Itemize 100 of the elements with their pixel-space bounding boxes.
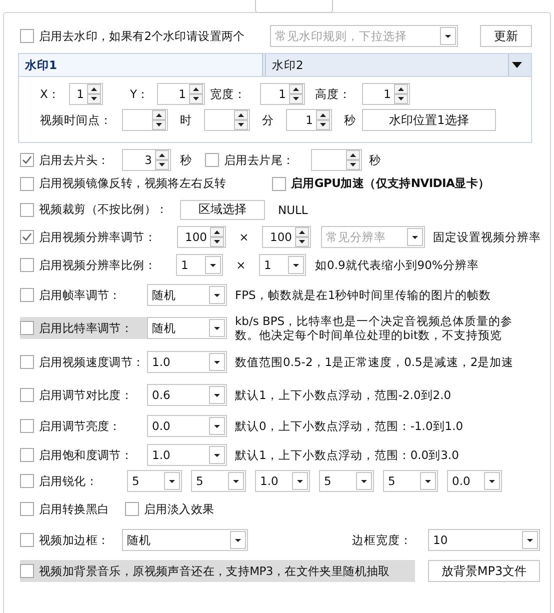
crop-value: NULL bbox=[278, 202, 308, 216]
position-select-button[interactable]: 水印位置1选择 bbox=[362, 109, 496, 131]
field-label: 宽度： bbox=[210, 86, 247, 102]
stepper-icon[interactable] bbox=[346, 150, 360, 170]
tab[interactable]: 水印1 bbox=[19, 54, 263, 76]
checkbox[interactable]: 启用视频镜像反转，视频将左右反转 bbox=[20, 172, 272, 194]
checkbox[interactable]: 启用淡入效果 bbox=[125, 498, 214, 520]
spin-field[interactable] bbox=[311, 149, 362, 171]
checkbox[interactable]: 启用视频分辨率比例： bbox=[20, 254, 176, 276]
spin-field[interactable]: 1 bbox=[362, 83, 410, 105]
times-sign: × bbox=[235, 258, 247, 272]
check-square-icon[interactable] bbox=[20, 388, 34, 402]
spin-field[interactable]: 1 bbox=[260, 83, 305, 105]
hint-text: 固定设置视频分辨率 bbox=[433, 230, 541, 244]
tab[interactable]: 水印2 bbox=[265, 54, 509, 76]
spin-field[interactable]: 3 bbox=[122, 149, 171, 171]
unit-label: 秒 bbox=[180, 152, 193, 168]
check-square-icon[interactable] bbox=[205, 153, 219, 167]
check-square-icon[interactable] bbox=[20, 448, 34, 462]
checkbox[interactable]: 启用去片头： bbox=[20, 149, 122, 171]
check-square-icon[interactable] bbox=[20, 29, 34, 43]
stepper-icon[interactable] bbox=[155, 150, 169, 170]
field-label: 高度： bbox=[315, 86, 352, 102]
stepper-icon[interactable] bbox=[87, 84, 101, 104]
checkbox[interactable]: 启用GPU加速（仅支持NVIDIA显卡） bbox=[272, 172, 490, 194]
checkbox[interactable]: 启用帧率调节： bbox=[20, 284, 147, 306]
check-square-icon[interactable] bbox=[125, 502, 139, 516]
check-square-icon[interactable] bbox=[20, 564, 34, 578]
checkbox[interactable]: 启用调节亮度： bbox=[20, 415, 147, 437]
check-square-icon[interactable] bbox=[272, 176, 286, 190]
stepper-icon[interactable] bbox=[295, 227, 309, 247]
check-square-icon[interactable] bbox=[20, 533, 34, 547]
region-select-button[interactable]: 区域选择 bbox=[180, 200, 265, 220]
background-music-button[interactable]: 放背景MP3文件 bbox=[428, 560, 540, 582]
check-square-icon[interactable] bbox=[20, 153, 34, 167]
stepper-icon[interactable] bbox=[210, 227, 224, 247]
check-square-icon[interactable] bbox=[20, 474, 34, 488]
dropdown-field[interactable]: 0.0 bbox=[147, 415, 227, 437]
checkbox[interactable]: 视频裁剪（不按比例）： bbox=[20, 198, 180, 220]
dropdown-field[interactable]: 5 bbox=[191, 470, 246, 492]
hint-text: 如0.9就代表缩小到90%分辨率 bbox=[315, 258, 479, 272]
dropdown-field[interactable]: 0.6 bbox=[147, 384, 227, 406]
dropdown-field[interactable]: 1.0 bbox=[255, 470, 310, 492]
check-square-icon[interactable] bbox=[20, 502, 34, 516]
stepper-icon[interactable] bbox=[316, 110, 330, 130]
stepper-icon[interactable] bbox=[394, 84, 408, 104]
tab-menu-caret-icon[interactable] bbox=[511, 61, 523, 69]
spin-field[interactable]: 100 bbox=[177, 226, 226, 248]
spin-field[interactable]: 1 bbox=[286, 109, 332, 131]
checkbox[interactable]: 启用饱和度调节： bbox=[20, 444, 147, 466]
checkbox[interactable]: 启用视频速度调节： bbox=[20, 351, 147, 373]
checkbox[interactable]: 视频加背景音乐，原视频声音还在，支持MP3，在文件夹里随机抽取 bbox=[20, 560, 415, 582]
field-label: 边框宽度： bbox=[352, 532, 413, 548]
check-square-icon[interactable] bbox=[20, 176, 34, 190]
unit-label: 秒 bbox=[343, 112, 357, 128]
checkbox[interactable]: 启用锐化： bbox=[20, 470, 127, 492]
stepper-icon[interactable] bbox=[189, 84, 203, 104]
dropdown-field[interactable]: 5 bbox=[319, 470, 374, 492]
check-square-icon[interactable] bbox=[20, 202, 34, 216]
dropdown-field[interactable]: 0.0 bbox=[447, 470, 502, 492]
checkbox[interactable]: 启用去片尾： bbox=[205, 149, 311, 171]
check-square-icon[interactable] bbox=[20, 419, 34, 433]
spin-field[interactable] bbox=[122, 109, 168, 131]
spin-field[interactable]: 100 bbox=[262, 226, 311, 248]
check-square-icon[interactable] bbox=[20, 230, 34, 244]
check-square-icon[interactable] bbox=[20, 288, 34, 302]
check-square-icon[interactable] bbox=[20, 258, 34, 272]
dropdown-field[interactable]: 10 bbox=[428, 529, 540, 551]
checkbox[interactable]: 启用去水印，如果有2个水印请设置两个 bbox=[20, 25, 270, 47]
hint-text: kb/s BPS，比特率也是一个决定音视频总体质量的参数。他决定每个时间单位处理的bit数，不支持预览 bbox=[235, 314, 514, 342]
dropdown-field[interactable]: 1.0 bbox=[147, 351, 227, 373]
stepper-icon[interactable] bbox=[152, 110, 166, 130]
spin-field[interactable]: 1 bbox=[69, 83, 103, 105]
spin-field[interactable] bbox=[204, 109, 250, 131]
hint-text: 默认1，上下小数点浮动，范围-2.0到2.0 bbox=[235, 388, 452, 402]
times-sign: × bbox=[238, 230, 250, 244]
spin-field[interactable]: 1 bbox=[157, 83, 205, 105]
field-label: X： bbox=[40, 86, 61, 102]
unit-label: 秒 bbox=[369, 152, 381, 168]
checkbox[interactable]: 启用比特率调节： bbox=[20, 317, 147, 339]
check-square-icon[interactable] bbox=[20, 355, 34, 369]
update-button[interactable]: 更新 bbox=[480, 25, 532, 47]
dropdown-field[interactable]: 1 bbox=[176, 254, 223, 276]
checkbox[interactable]: 视频加边框： bbox=[20, 529, 122, 551]
checkbox[interactable]: 启用转换黑白 bbox=[20, 498, 125, 520]
dropdown-field[interactable]: 随机 bbox=[147, 317, 227, 339]
unit-label: 时 bbox=[179, 112, 193, 128]
checkbox[interactable]: 启用调节对比度： bbox=[20, 384, 147, 406]
checkbox[interactable]: 启用视频分辨率调节： bbox=[20, 226, 177, 248]
check-square-icon[interactable] bbox=[20, 321, 34, 335]
dropdown-field[interactable]: 5 bbox=[383, 470, 438, 492]
dropdown-field[interactable]: 1.0 bbox=[147, 444, 227, 466]
dropdown-field[interactable]: 随机 bbox=[147, 284, 227, 306]
stepper-icon[interactable] bbox=[234, 110, 248, 130]
stepper-icon[interactable] bbox=[289, 84, 303, 104]
hint-text: FPS，帧数就是在1秒钟时间里传输的图片的帧数 bbox=[235, 288, 492, 302]
hint-text: 数值范围0.5-2，1是正常速度，0.5是减速，2是加速 bbox=[235, 354, 514, 370]
dropdown-field[interactable]: 1 bbox=[259, 254, 306, 276]
dropdown-field[interactable]: 5 bbox=[127, 470, 182, 492]
dropdown-field[interactable]: 随机 bbox=[122, 529, 248, 551]
